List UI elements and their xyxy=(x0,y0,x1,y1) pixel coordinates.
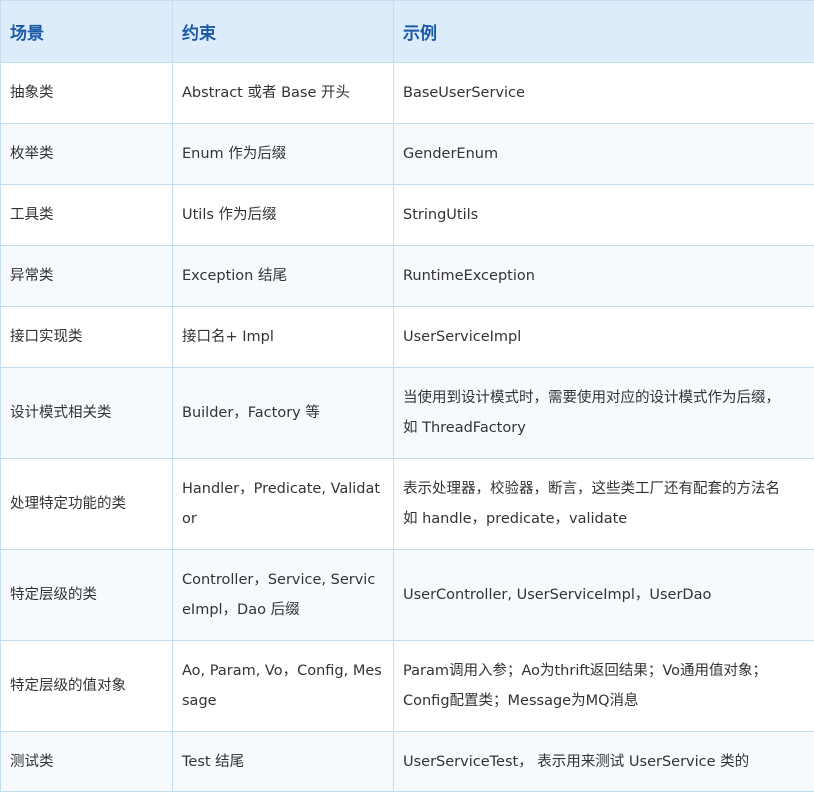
cell-example: GenderEnum xyxy=(393,123,814,185)
cell-example: UserServiceTest， 表示用来测试 UserService 类的 xyxy=(393,731,814,792)
cell-example: BaseUserService xyxy=(393,62,814,124)
cell-scene: 工具类 xyxy=(0,184,173,246)
cell-scene: 接口实现类 xyxy=(0,306,173,368)
cell-constraint: Test 结尾 xyxy=(172,731,394,792)
naming-convention-table: 场景 约束 示例 抽象类 Abstract 或者 Base 开头 BaseUse… xyxy=(0,0,814,792)
cell-example-line: 如 ThreadFactory xyxy=(403,420,526,436)
table-row: 接口实现类 接口名+ Impl UserServiceImpl xyxy=(0,306,814,368)
cell-example-line: 如 handle，predicate，validate xyxy=(403,511,628,527)
cell-constraint: Handler，Predicate, Validator xyxy=(172,458,394,550)
table-row: 枚举类 Enum 作为后缀 GenderEnum xyxy=(0,123,814,185)
cell-example-line: 表示处理器，校验器，断言，这些类工厂还有配套的方法名 xyxy=(403,481,780,497)
table-body: 抽象类 Abstract 或者 Base 开头 BaseUserService … xyxy=(0,62,814,792)
cell-constraint: Controller，Service, ServiceImpl，Dao 后缀 xyxy=(172,549,394,641)
cell-constraint-line: Ao, Param, Vo，Config, xyxy=(182,663,349,679)
cell-example-line: Param调用入参；Ao为thrift返回结果；Vo通用值对象； xyxy=(403,663,768,679)
cell-scene: 测试类 xyxy=(0,731,173,792)
header-example: 示例 xyxy=(393,0,814,63)
table-row: 设计模式相关类 Builder，Factory 等 当使用到设计模式时，需要使用… xyxy=(0,367,814,459)
cell-scene: 特定层级的值对象 xyxy=(0,640,173,732)
cell-constraint: Exception 结尾 xyxy=(172,245,394,307)
cell-scene: 抽象类 xyxy=(0,62,173,124)
cell-constraint: Abstract 或者 Base 开头 xyxy=(172,62,394,124)
cell-constraint: Enum 作为后缀 xyxy=(172,123,394,185)
cell-example: StringUtils xyxy=(393,184,814,246)
table-header: 场景 约束 示例 xyxy=(0,0,814,63)
cell-scene: 枚举类 xyxy=(0,123,173,185)
header-row: 场景 约束 示例 xyxy=(0,0,814,63)
cell-example-line: 当使用到设计模式时，需要使用对应的设计模式作为后缀， xyxy=(403,390,780,406)
table-row: 处理特定功能的类 Handler，Predicate, Validator 表示… xyxy=(0,458,814,550)
cell-example: RuntimeException xyxy=(393,245,814,307)
cell-constraint: 接口名+ Impl xyxy=(172,306,394,368)
table-row: 特定层级的值对象 Ao, Param, Vo，Config, Message P… xyxy=(0,640,814,732)
cell-example: 当使用到设计模式时，需要使用对应的设计模式作为后缀， 如 ThreadFacto… xyxy=(393,367,814,459)
header-constraint: 约束 xyxy=(172,0,394,63)
cell-example: UserController, UserServiceImpl，UserDao xyxy=(393,549,814,641)
cell-scene: 设计模式相关类 xyxy=(0,367,173,459)
cell-scene: 处理特定功能的类 xyxy=(0,458,173,550)
cell-example: UserServiceImpl xyxy=(393,306,814,368)
cell-scene: 异常类 xyxy=(0,245,173,307)
cell-example: Param调用入参；Ao为thrift返回结果；Vo通用值对象； Config配… xyxy=(393,640,814,732)
table-row: 特定层级的类 Controller，Service, ServiceImpl，D… xyxy=(0,549,814,641)
cell-constraint-line: Handler，Predicate, xyxy=(182,481,326,497)
cell-constraint: Builder，Factory 等 xyxy=(172,367,394,459)
table-row: 测试类 Test 结尾 UserServiceTest， 表示用来测试 User… xyxy=(0,731,814,792)
cell-constraint: Utils 作为后缀 xyxy=(172,184,394,246)
cell-constraint-line: Controller，Service, xyxy=(182,572,327,588)
cell-example: 表示处理器，校验器，断言，这些类工厂还有配套的方法名 如 handle，pred… xyxy=(393,458,814,550)
table-row: 抽象类 Abstract 或者 Base 开头 BaseUserService xyxy=(0,62,814,124)
cell-scene: 特定层级的类 xyxy=(0,549,173,641)
table-row: 异常类 Exception 结尾 RuntimeException xyxy=(0,245,814,307)
table-row: 工具类 Utils 作为后缀 StringUtils xyxy=(0,184,814,246)
header-scene: 场景 xyxy=(0,0,173,63)
cell-constraint: Ao, Param, Vo，Config, Message xyxy=(172,640,394,732)
cell-example-line: Config配置类；Message为MQ消息 xyxy=(403,693,639,709)
